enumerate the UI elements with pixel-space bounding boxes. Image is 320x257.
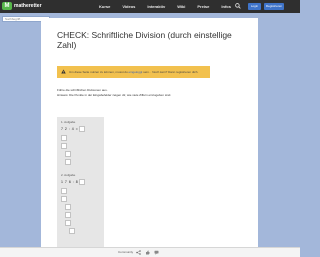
step-input[interactable] <box>65 151 71 157</box>
nav-item-videos[interactable]: Videos <box>122 4 135 9</box>
content-card: CHECK: Schriftliche Division (durch eins… <box>41 18 258 257</box>
step-input[interactable] <box>61 143 67 149</box>
instruction-line-2: Hinweis: Die Punkte in der Eingabefelder… <box>57 93 172 97</box>
answer-input[interactable] <box>79 179 85 185</box>
like-icon[interactable] <box>145 250 150 255</box>
logo[interactable]: M matheretter <box>2 2 42 10</box>
nav-item-interaktiv[interactable]: Interaktiv <box>147 4 165 9</box>
logo-text: matheretter <box>14 3 42 9</box>
answer-input[interactable] <box>79 126 85 132</box>
exercise-label: 1. Aufgabe <box>61 120 76 124</box>
instructions: Führe die schriftlichen Divisionen aus. … <box>57 88 171 98</box>
step-input[interactable] <box>61 196 67 202</box>
step-input[interactable] <box>61 188 67 194</box>
nav-item-infos[interactable]: Infos <box>221 4 231 9</box>
exercise-expression: 7 2 : 4 = <box>61 127 79 131</box>
search-icon[interactable] <box>235 3 241 9</box>
nav-item-preise[interactable]: Preise <box>197 4 209 9</box>
exercise-2: 2. Aufgabe 1 7 6 : 8 = <box>57 170 104 251</box>
notice-message: Um diese Seite nutzen zu können, musst d… <box>69 70 128 74</box>
notice-text: Um diese Seite nutzen zu können, musst d… <box>69 69 198 75</box>
login-button[interactable]: Login <box>248 3 261 10</box>
comment-icon[interactable] <box>154 250 159 255</box>
community-bar: Community <box>0 247 300 257</box>
share-icon[interactable] <box>136 250 141 255</box>
nav-item-kurse[interactable]: Kurse <box>99 4 110 9</box>
login-link[interactable]: eingeloggt <box>129 70 143 74</box>
register-button[interactable]: Registrieren <box>264 3 284 10</box>
main-nav: Kurse Videos Interaktiv Wiki Preise Info… <box>99 4 243 9</box>
notice-message-rest: sein. · Noch kein? Dann registrieren dic… <box>143 70 199 74</box>
step-input[interactable] <box>65 212 71 218</box>
top-navigation-bar: M matheretter Kurse Videos Interaktiv Wi… <box>0 0 300 13</box>
warning-icon <box>61 69 66 74</box>
login-notice: Um diese Seite nutzen zu können, musst d… <box>57 66 210 78</box>
nav-item-wiki[interactable]: Wiki <box>177 4 185 9</box>
logo-mark: M <box>2 2 12 10</box>
step-input[interactable] <box>61 135 67 141</box>
step-input[interactable] <box>65 159 71 165</box>
page-title: CHECK: Schriftliche Division (durch eins… <box>57 30 232 50</box>
community-label[interactable]: Community <box>118 250 133 254</box>
step-input[interactable] <box>69 228 75 234</box>
step-input[interactable] <box>65 220 71 226</box>
exercise-label: 2. Aufgabe <box>61 173 76 177</box>
step-input[interactable] <box>65 204 71 210</box>
